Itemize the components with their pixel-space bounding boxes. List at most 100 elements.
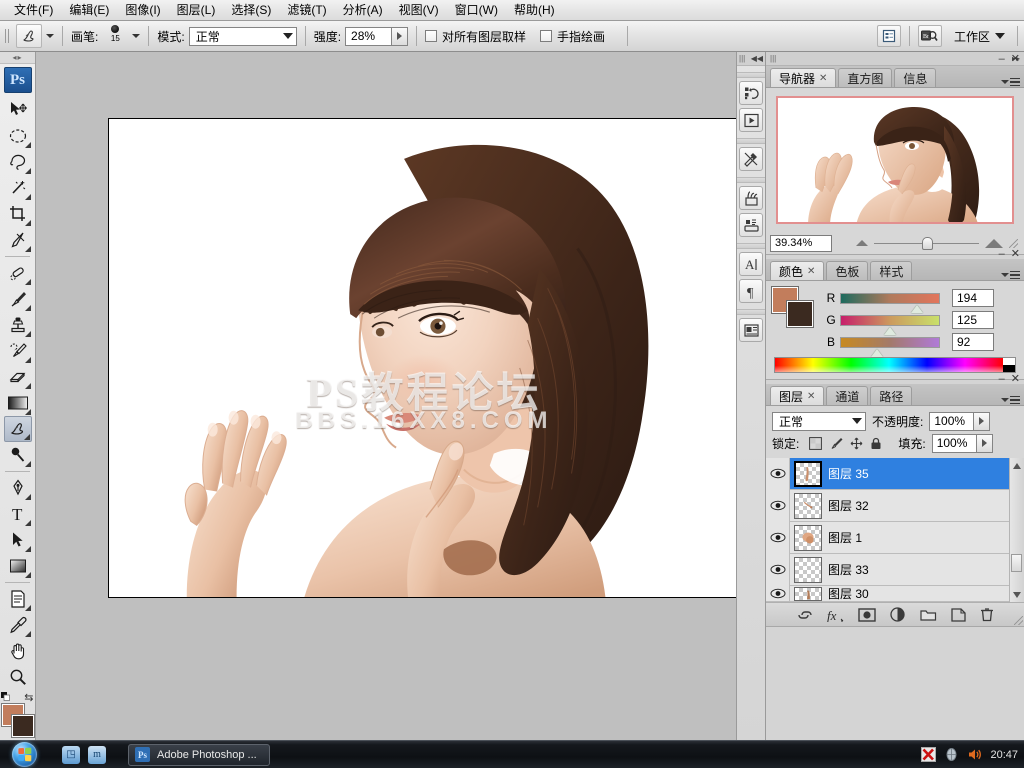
history-panel-icon[interactable] — [739, 81, 763, 105]
workspace-button[interactable]: 工作区 — [948, 24, 1011, 48]
lock-transparent-pixels-icon[interactable] — [809, 436, 823, 450]
document-workspace[interactable]: PS教程论坛 BBS.16XX8.COM — [36, 52, 740, 740]
minimize-panel-icon[interactable]: ‒ — [999, 374, 1005, 385]
sample-all-layers-checkbox[interactable]: 对所有图层取样 — [425, 28, 530, 45]
layer-blend-mode-select[interactable]: 正常 — [772, 411, 866, 431]
network-tray-icon[interactable] — [944, 747, 959, 762]
layer-list-scrollbar[interactable] — [1009, 458, 1024, 602]
table-row[interactable]: 图层 35 — [766, 457, 1024, 490]
panel-resize-grip[interactable] — [1009, 238, 1018, 248]
color-swatches[interactable]: ⇆ — [0, 692, 35, 738]
smudge-tool[interactable] — [3, 416, 32, 442]
menu-select[interactable]: 选择(S) — [223, 1, 279, 20]
close-tab-icon[interactable]: ✕ — [807, 266, 815, 277]
table-row[interactable]: 图层 1 — [766, 521, 1024, 554]
path-selection-tool[interactable] — [4, 527, 32, 553]
navigator-thumbnail[interactable] — [776, 96, 1014, 224]
antivirus-tray-icon[interactable] — [921, 747, 937, 762]
layer-visibility-toggle[interactable] — [766, 553, 790, 586]
background-color-swatch[interactable] — [10, 714, 35, 738]
eraser-tool[interactable] — [4, 364, 32, 390]
swap-colors-icon[interactable]: ⇆ — [24, 691, 33, 704]
channel-r-thumb[interactable] — [911, 304, 923, 313]
launch-bridge-button[interactable]: Br — [917, 25, 942, 47]
adjustment-layer-button[interactable] — [889, 606, 906, 623]
opacity-input[interactable]: 100% — [929, 411, 974, 431]
dock-group-bar[interactable] — [737, 243, 765, 249]
table-row[interactable]: 图层 33 — [766, 553, 1024, 586]
smudge-tool-icon[interactable] — [16, 24, 42, 48]
dodge-tool[interactable] — [4, 442, 32, 468]
close-panel-icon[interactable]: ✕ — [1011, 374, 1020, 385]
zoom-tool[interactable] — [4, 664, 32, 690]
eyedropper-tool[interactable] — [4, 612, 32, 638]
menu-view[interactable]: 视图(V) — [391, 1, 447, 20]
layer-thumbnail[interactable] — [794, 586, 822, 601]
link-layers-button[interactable] — [797, 609, 813, 621]
layer-thumbnail[interactable] — [794, 524, 822, 551]
background-color-swatch[interactable] — [786, 300, 814, 328]
delete-layer-button[interactable] — [980, 607, 994, 622]
scroll-down-button[interactable] — [1010, 587, 1024, 602]
channel-g-thumb[interactable] — [884, 326, 896, 335]
brush-preset-thumbnail[interactable]: 15 — [102, 24, 128, 48]
navigator-zoom-input[interactable]: 39.34% — [770, 234, 832, 252]
layer-comps-panel-icon[interactable] — [739, 318, 763, 342]
tab-color[interactable]: 颜色 ✕ — [770, 261, 825, 280]
volume-tray-icon[interactable] — [967, 747, 982, 762]
menu-edit[interactable]: 编辑(E) — [61, 1, 117, 20]
minimize-panel-icon[interactable]: ‒ — [999, 54, 1005, 65]
lock-all-icon[interactable] — [870, 437, 882, 450]
zoom-out-icon[interactable] — [856, 240, 868, 246]
tab-swatches[interactable]: 色板 — [826, 261, 869, 280]
layer-visibility-toggle[interactable] — [766, 457, 790, 490]
menu-filter[interactable]: 滤镜(T) — [279, 1, 334, 20]
scrollbar-thumb[interactable] — [1011, 554, 1022, 572]
healing-brush-tool[interactable] — [4, 260, 32, 286]
finger-painting-checkbox[interactable]: 手指绘画 — [540, 28, 609, 45]
navigator-panel-gripper[interactable]: ||| ▸▸ — [766, 52, 1024, 66]
channel-g-value[interactable]: 125 — [952, 311, 994, 329]
type-tool[interactable]: T — [4, 501, 32, 527]
toolbar-gripper[interactable]: ◂▸ — [0, 52, 35, 64]
brushes-panel-icon[interactable] — [739, 186, 763, 210]
quicklaunch-icon-2[interactable]: m — [88, 745, 106, 764]
layer-thumbnail[interactable] — [794, 492, 822, 519]
channel-b-thumb[interactable] — [871, 348, 883, 357]
tab-navigator[interactable]: 导航器 ✕ — [770, 68, 837, 87]
character-panel-icon[interactable]: A — [739, 252, 763, 276]
rectangle-shape-tool[interactable] — [4, 553, 32, 579]
lasso-tool[interactable] — [4, 149, 32, 175]
tool-preset-caret-icon[interactable] — [46, 34, 54, 38]
layer-thumbnail[interactable] — [794, 460, 822, 487]
lock-position-icon[interactable] — [850, 437, 863, 450]
layer-visibility-toggle[interactable] — [766, 489, 790, 522]
lock-image-pixels-icon[interactable] — [829, 437, 843, 450]
color-panel-menu-button[interactable] — [1001, 270, 1020, 279]
taskbar-clock[interactable]: 20:47 — [990, 749, 1018, 761]
tab-layers[interactable]: 图层 ✕ — [770, 386, 825, 405]
elliptical-marquee-tool[interactable] — [4, 123, 32, 149]
color-panel-swatches[interactable] — [771, 286, 816, 328]
close-panel-icon[interactable]: ✕ — [1011, 54, 1020, 65]
options-bar-gripper[interactable] — [2, 24, 12, 48]
move-tool[interactable] — [4, 97, 32, 123]
paragraph-panel-icon[interactable]: ¶ — [739, 279, 763, 303]
minimize-panel-icon[interactable]: ‒ — [999, 249, 1005, 260]
zoom-in-icon[interactable] — [985, 238, 1003, 248]
table-row[interactable]: 图层 32 — [766, 489, 1024, 522]
opacity-slider-button[interactable] — [973, 411, 991, 431]
image-canvas[interactable]: PS教程论坛 BBS.16XX8.COM — [108, 118, 740, 598]
channel-r-value[interactable]: 194 — [952, 289, 994, 307]
table-row[interactable]: 图层 30 — [766, 586, 1024, 602]
blend-mode-select[interactable]: 正常 — [188, 26, 297, 46]
channel-b-slider[interactable] — [840, 336, 940, 357]
gradient-tool[interactable] — [4, 390, 32, 416]
zoom-slider-knob[interactable] — [922, 236, 934, 250]
menu-layer[interactable]: 图层(L) — [169, 1, 224, 20]
close-panel-icon[interactable]: ✕ — [1011, 249, 1020, 260]
dock-header[interactable]: ||| ◀◀ — [737, 52, 765, 66]
panels-toggle-button[interactable] — [876, 25, 901, 47]
channel-g-slider[interactable] — [840, 314, 940, 335]
strength-input[interactable]: 28% — [345, 26, 392, 46]
